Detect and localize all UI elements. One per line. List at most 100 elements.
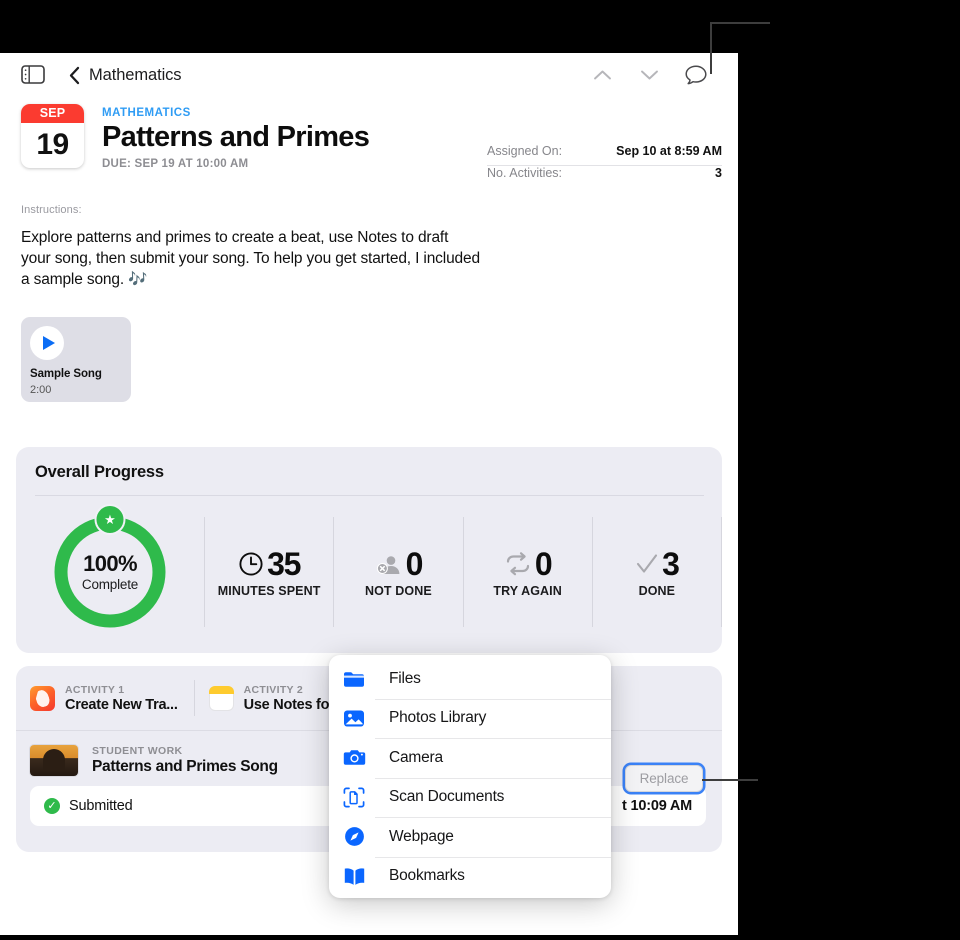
menu-item-label: Bookmarks xyxy=(389,867,465,885)
menu-item-label: Camera xyxy=(389,748,443,766)
menu-item-label: Photos Library xyxy=(389,709,487,727)
stat-value: 3 xyxy=(662,545,680,582)
submitted-timestamp: t 10:09 AM xyxy=(622,798,692,814)
camera-icon xyxy=(342,746,366,770)
stat-label: DONE xyxy=(638,583,676,598)
subject-label: MATHEMATICS xyxy=(102,107,191,119)
chevron-left-icon xyxy=(69,66,80,84)
scan-documents-icon xyxy=(342,785,366,809)
activity-label: ACTIVITY 1 xyxy=(65,683,125,696)
progress-ring: 100% Complete ★ xyxy=(51,504,169,631)
meta-value: Sep 10 at 8:59 AM xyxy=(616,144,722,158)
instructions-label: Instructions: xyxy=(21,204,82,216)
folder-icon xyxy=(342,667,366,691)
stat-top: 0 xyxy=(470,547,586,581)
stat-not-done: 0 NOT DONE xyxy=(334,547,462,598)
menu-item-scan-documents[interactable]: Scan Documents xyxy=(329,777,611,818)
stat-try-again: 0 TRY AGAIN xyxy=(464,547,592,598)
submitted-left: ✓ Submitted xyxy=(44,798,133,814)
progress-body: 100% Complete ★ 35 MINUTES SPENT 0 NOT D… xyxy=(16,496,722,648)
replace-button[interactable]: Replace xyxy=(625,765,703,792)
star-icon: ★ xyxy=(94,504,126,535)
compass-icon xyxy=(342,825,366,849)
check-circle-icon: ✓ xyxy=(44,798,60,814)
meta-value: 3 xyxy=(715,166,722,180)
meta-key: Assigned On: xyxy=(487,144,563,158)
overall-progress-title: Overall Progress xyxy=(35,463,164,481)
sample-song-attachment[interactable]: Sample Song 2:00 xyxy=(21,317,131,402)
meta-row-assigned-on: Assigned On: Sep 10 at 8:59 AM xyxy=(487,144,722,165)
clock-icon xyxy=(239,551,263,576)
activity-tab-1[interactable]: ACTIVITY 1 Create New Tra... xyxy=(16,676,194,720)
student-work-text: STUDENT WORK Patterns and Primes Song xyxy=(92,745,278,776)
activity-title: Create New Tra... xyxy=(65,696,178,713)
menu-item-label: Webpage xyxy=(389,827,454,845)
page-title: Patterns and Primes xyxy=(102,121,370,153)
garageband-project-thumbnail xyxy=(30,745,78,776)
due-date-label: DUE: SEP 19 AT 10:00 AM xyxy=(102,158,249,170)
toolbar: Mathematics xyxy=(0,53,738,97)
notes-app-icon xyxy=(208,685,234,711)
screenshot-root: Mathematics SEP 19 MATHEMATICS Patterns … xyxy=(0,0,960,940)
activity-label: ACTIVITY 2 xyxy=(243,683,304,696)
menu-item-label: Scan Documents xyxy=(389,788,505,806)
progress-sub-label: Complete xyxy=(81,576,139,592)
play-icon[interactable] xyxy=(30,326,64,360)
stat-label: MINUTES SPENT xyxy=(217,583,321,598)
back-button[interactable]: Mathematics xyxy=(69,65,182,85)
student-work-title: Patterns and Primes Song xyxy=(92,758,278,775)
toolbar-actions xyxy=(590,63,722,87)
attachment-title: Sample Song xyxy=(30,368,102,380)
garageband-app-icon xyxy=(30,685,55,711)
back-button-label: Mathematics xyxy=(89,65,182,84)
title-block: MATHEMATICS Patterns and Primes DUE: SEP… xyxy=(102,104,370,170)
menu-item-label: Files xyxy=(389,669,421,687)
menu-item-webpage[interactable]: Webpage xyxy=(329,817,611,857)
activity-tab-2[interactable]: ACTIVITY 2 Use Notes fo xyxy=(195,676,346,720)
menu-item-bookmarks[interactable]: Bookmarks xyxy=(329,856,611,897)
attachment-duration: 2:00 xyxy=(30,384,52,396)
overall-progress-card: Overall Progress 100% Complete ★ 35 MINU… xyxy=(16,447,722,653)
stat-value: 35 xyxy=(267,545,301,582)
meta-row-activity-count: No. Activities: 3 xyxy=(487,166,722,187)
stat-top: 3 xyxy=(599,547,715,581)
assignment-header: SEP 19 MATHEMATICS Patterns and Primes D… xyxy=(0,97,738,180)
checkmark-icon xyxy=(637,553,658,573)
calendar-badge: SEP 19 xyxy=(21,104,84,168)
assignment-meta: Assigned On: Sep 10 at 8:59 AM No. Activ… xyxy=(487,144,722,187)
stat-done: 3 DONE xyxy=(593,547,721,598)
stat-top: 0 xyxy=(340,547,456,581)
meta-key: No. Activities: xyxy=(487,166,563,180)
progress-stats: 35 MINUTES SPENT 0 NOT DONE 0 TRY AGAIN … xyxy=(204,517,722,627)
sidebar-toggle-icon[interactable] xyxy=(21,65,47,85)
stat-top: 35 xyxy=(211,547,327,581)
divider xyxy=(721,517,722,627)
stat-minutes-spent: 35 MINUTES SPENT xyxy=(205,547,333,598)
chevron-up-icon[interactable] xyxy=(590,63,614,87)
comment-bubble-icon[interactable] xyxy=(684,63,708,87)
stat-value: 0 xyxy=(534,545,553,582)
repeat-arrows-icon xyxy=(506,551,529,575)
menu-item-camera[interactable]: Camera xyxy=(329,738,611,778)
progress-ring-wrap: 100% Complete ★ xyxy=(16,504,204,631)
photos-icon xyxy=(342,706,366,730)
stat-label: NOT DONE xyxy=(364,583,432,598)
stat-label: TRY AGAIN xyxy=(493,583,562,598)
instructions-section: Instructions: Explore patterns and prime… xyxy=(0,204,738,290)
calendar-month: SEP xyxy=(21,104,84,123)
calendar-day: 19 xyxy=(36,128,69,161)
student-work-label: STUDENT WORK xyxy=(92,745,183,757)
callout-line-horizontal-right xyxy=(702,779,758,781)
callout-line-vertical xyxy=(710,22,712,74)
insert-source-popup-menu: Files Photos Library Camera Scan Documen… xyxy=(329,655,611,898)
menu-item-files[interactable]: Files xyxy=(329,659,611,699)
play-triangle xyxy=(42,336,55,350)
menu-item-photos-library[interactable]: Photos Library xyxy=(329,698,611,739)
instructions-text: Explore patterns and primes to create a … xyxy=(21,229,480,288)
callout-line-horizontal-top xyxy=(710,22,770,24)
person-badge-x-icon xyxy=(376,555,400,574)
chevron-down-icon[interactable] xyxy=(637,63,661,87)
progress-percent: 100% xyxy=(83,550,137,576)
bookmarks-icon xyxy=(342,864,366,888)
activity-title: Use Notes fo xyxy=(243,696,330,713)
